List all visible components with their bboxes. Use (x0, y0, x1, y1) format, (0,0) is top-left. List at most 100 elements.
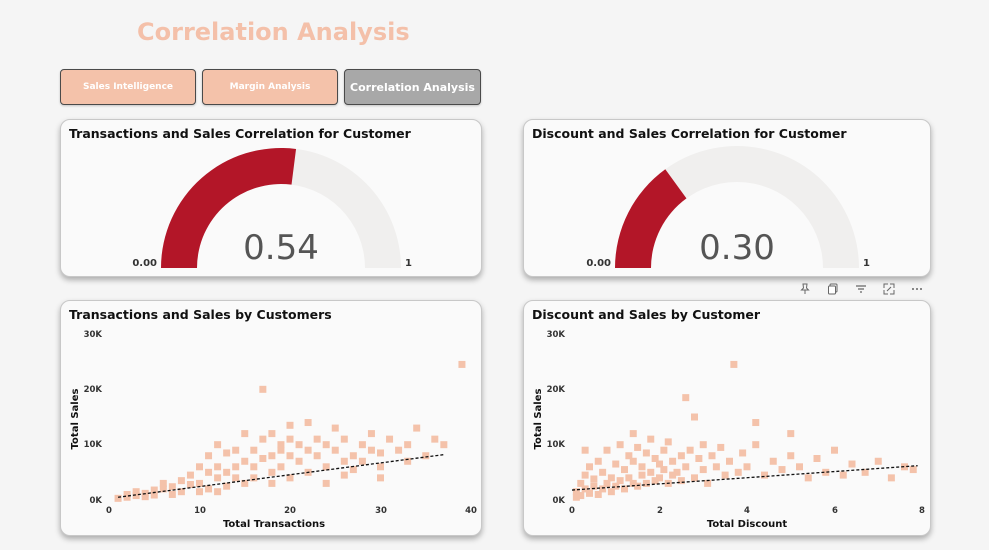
scatter-point[interactable] (577, 492, 585, 500)
scatter-point[interactable] (712, 463, 720, 471)
scatter-point[interactable] (586, 489, 593, 497)
scatter-point[interactable] (377, 474, 384, 482)
scatter-point[interactable] (612, 460, 620, 468)
scatter-point[interactable] (634, 443, 642, 451)
gauge-card-transactions-sales[interactable]: Transactions and Sales Correlation for C… (60, 119, 482, 277)
scatter-point[interactable] (413, 424, 421, 432)
scatter-point[interactable] (778, 466, 786, 474)
scatter-point[interactable] (734, 468, 742, 476)
scatter-point[interactable] (699, 466, 707, 474)
scatter-point[interactable] (874, 457, 882, 465)
scatter-point[interactable] (695, 455, 703, 462)
scatter-point[interactable] (205, 485, 213, 493)
scatter-point[interactable] (686, 446, 694, 454)
scatter-point[interactable] (331, 424, 339, 432)
scatter-point[interactable] (286, 435, 294, 443)
scatter-point[interactable] (322, 479, 330, 487)
scatter-point[interactable] (241, 430, 249, 438)
scatter-point[interactable] (177, 477, 185, 485)
scatter-point[interactable] (277, 463, 285, 471)
scatter-point[interactable] (277, 441, 285, 449)
nav-button-margin-analysis[interactable]: Margin Analysis (202, 69, 338, 105)
scatter-point[interactable] (721, 471, 729, 479)
scatter-point[interactable] (250, 463, 258, 471)
scatter-point[interactable] (232, 446, 240, 454)
scatter-point[interactable] (422, 452, 430, 460)
scatter-point[interactable] (268, 479, 276, 487)
scatter-point[interactable] (804, 474, 812, 482)
nav-button-sales-intelligence[interactable]: Sales Intelligence (60, 69, 196, 105)
scatter-point[interactable] (304, 446, 312, 454)
scatter-point[interactable] (848, 460, 856, 468)
scatter-point[interactable] (214, 441, 222, 449)
gauge-card-discount-sales[interactable]: Discount and Sales Correlation for Custo… (523, 119, 931, 277)
scatter-point[interactable] (642, 449, 650, 457)
scatter-point[interactable] (114, 494, 122, 502)
scatter-point[interactable] (656, 474, 663, 482)
scatter-point[interactable] (594, 457, 602, 465)
scatter-point[interactable] (259, 435, 267, 443)
scatter-point[interactable] (796, 463, 803, 471)
scatter-point[interactable] (250, 474, 258, 482)
scatter-point[interactable] (304, 419, 312, 427)
scatter-point[interactable] (717, 443, 725, 451)
pin-icon[interactable] (794, 279, 816, 299)
scatter-point[interactable] (214, 463, 222, 471)
scatter-point[interactable] (677, 452, 685, 460)
scatter-point[interactable] (839, 471, 847, 479)
scatter-point[interactable] (268, 468, 276, 476)
scatter-point[interactable] (377, 449, 384, 457)
scatter-point[interactable] (616, 441, 624, 449)
scatter-point[interactable] (395, 446, 403, 454)
scatter-point[interactable] (831, 446, 838, 454)
scatter-point[interactable] (349, 452, 357, 460)
nav-button-correlation-analysis[interactable]: Correlation Analysis (344, 69, 481, 105)
scatter-point[interactable] (813, 455, 821, 462)
scatter-point[interactable] (621, 466, 628, 474)
scatter-point[interactable] (358, 441, 366, 449)
scatter-point[interactable] (268, 430, 276, 438)
scatter-point[interactable] (268, 452, 276, 460)
scatter-point[interactable] (647, 468, 655, 476)
scatter-point[interactable] (581, 471, 589, 479)
scatter-point[interactable] (787, 452, 795, 460)
scatter-point[interactable] (739, 449, 747, 457)
scatter-point[interactable] (769, 457, 777, 465)
scatter-point[interactable] (377, 463, 384, 471)
scatter-point[interactable] (647, 435, 655, 443)
scatter-point[interactable] (214, 488, 222, 496)
scatter-point[interactable] (196, 479, 203, 487)
scatter-point[interactable] (295, 457, 303, 465)
scatter-point[interactable] (340, 471, 348, 479)
scatter-point[interactable] (642, 479, 650, 487)
scatter-point[interactable] (691, 474, 698, 482)
scatter-point[interactable] (205, 452, 213, 460)
scatter-point[interactable] (607, 474, 615, 482)
scatter-point[interactable] (682, 463, 690, 471)
scatter-point[interactable] (286, 452, 294, 460)
scatter-card-transactions-sales[interactable]: Transactions and Sales by Customers 0K 1… (60, 300, 482, 536)
scatter-point[interactable] (708, 452, 716, 460)
scatter-point[interactable] (664, 438, 672, 446)
scatter-point[interactable] (616, 477, 624, 485)
scatter-point[interactable] (638, 471, 646, 479)
scatter-point[interactable] (629, 457, 637, 465)
scatter-point[interactable] (590, 475, 598, 483)
scatter-point[interactable] (699, 441, 707, 449)
scatter-point[interactable] (241, 457, 249, 465)
scatter-point[interactable] (743, 463, 751, 471)
scatter-point[interactable] (752, 441, 760, 449)
scatter-point[interactable] (629, 430, 637, 438)
scatter-point[interactable] (322, 441, 330, 449)
filter-icon[interactable] (850, 279, 872, 299)
scatter-point[interactable] (232, 474, 240, 482)
scatter-point[interactable] (232, 463, 240, 471)
scatter-point[interactable] (581, 446, 589, 454)
scatter-point[interactable] (340, 435, 348, 443)
scatter-point[interactable] (259, 455, 267, 462)
copy-icon[interactable] (822, 279, 844, 299)
scatter-point[interactable] (691, 413, 698, 421)
scatter-point[interactable] (205, 468, 213, 476)
focus-mode-icon[interactable] (878, 279, 900, 299)
scatter-point[interactable] (669, 457, 677, 465)
